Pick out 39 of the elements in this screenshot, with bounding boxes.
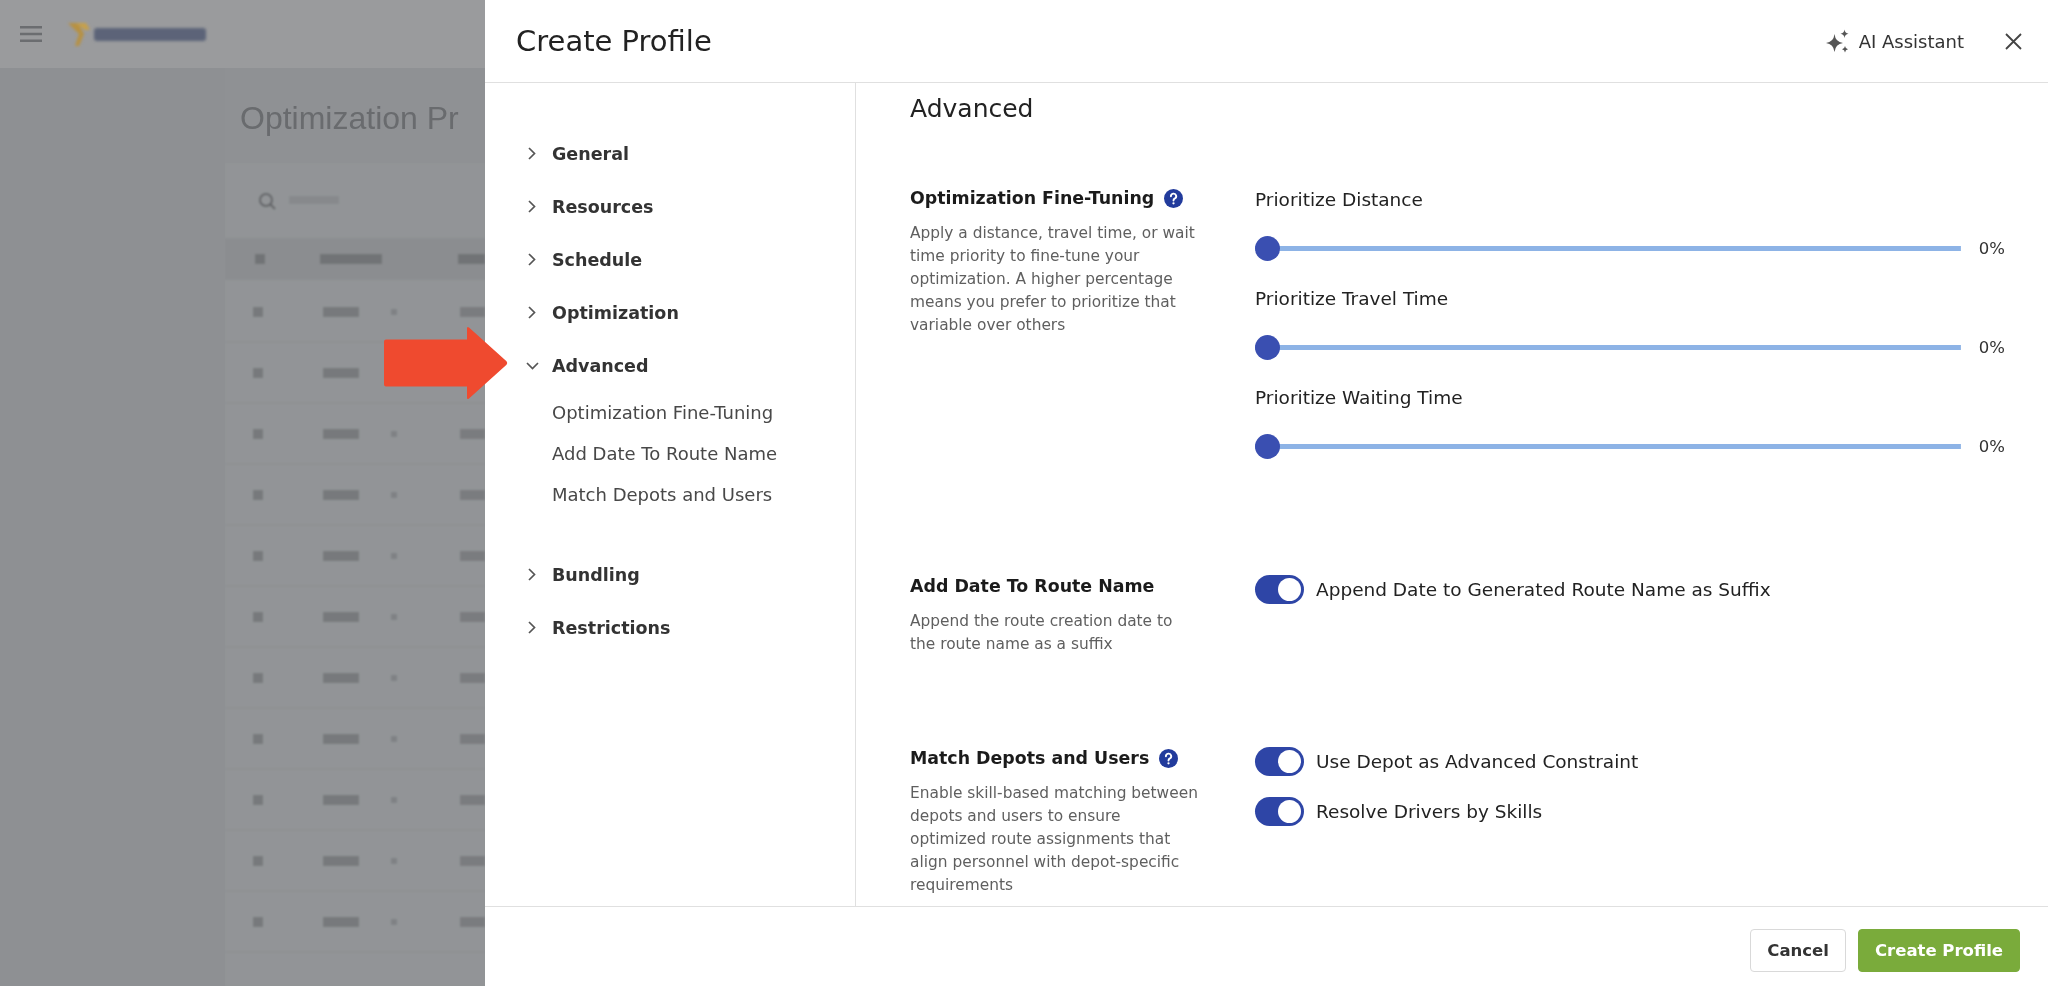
toggle-label: Use Depot as Advanced Constraint <box>1316 751 1639 772</box>
nav-item[interactable]: General <box>525 143 629 164</box>
nav-item[interactable]: Bundling <box>525 564 640 585</box>
section-title: Add Date To Route Name <box>910 576 1155 596</box>
toggle-switch[interactable] <box>1255 747 1304 776</box>
section-description: Enable skill-based matching between depots and users to ensure optimized route assignments that align personnel with depot-specific requirements <box>910 783 1199 896</box>
nav-subitem[interactable]: Match Depots and Users <box>552 484 773 505</box>
ai-assistant-button[interactable]: AI Assistant <box>1824 28 1964 54</box>
section-title: Optimization Fine-Tuning <box>910 188 1155 208</box>
nav-item[interactable]: Optimization <box>525 302 679 323</box>
slider-label: Prioritize Distance <box>1255 188 1424 212</box>
nav-item[interactable]: Schedule <box>525 249 643 270</box>
toggle-label: Append Date to Generated Route Name as Suffix <box>1316 579 1771 600</box>
nav-item[interactable]: Advanced <box>525 355 649 376</box>
toggle-switch[interactable] <box>1255 797 1304 826</box>
slider-thumb[interactable] <box>1255 434 1280 459</box>
cancel-button[interactable]: Cancel <box>1750 929 1846 972</box>
close-button[interactable] <box>2005 32 2022 50</box>
nav-subitem[interactable]: Optimization Fine-Tuning <box>552 402 774 423</box>
section-description: Apply a distance, travel time, or wait time priority to fine-tune your optimization. A higher percentage means you prefer to prioritize that variable over others <box>910 223 1196 336</box>
slider-value: 0% <box>1978 437 2005 456</box>
nav-subitem[interactable]: Add Date To Route Name <box>552 443 778 464</box>
slider-thumb[interactable] <box>1255 236 1280 261</box>
slider-label: Prioritize Travel Time <box>1255 287 1450 311</box>
slider-label: Prioritize Waiting Time <box>1255 386 1464 410</box>
help-icon[interactable] <box>1164 188 1184 208</box>
drawer-title: Create Profile <box>516 24 713 58</box>
nav-item[interactable]: Restrictions <box>525 617 671 638</box>
close-icon <box>2005 32 2022 50</box>
nav-item[interactable]: Resources <box>525 196 654 217</box>
toggle-label: Resolve Drivers by Skills <box>1316 801 1543 822</box>
slider-thumb[interactable] <box>1255 335 1280 360</box>
slider-value: 0% <box>1978 239 2005 258</box>
help-icon[interactable] <box>1159 748 1179 768</box>
section-description: Append the route creation date to the route name as a suffix <box>910 611 1174 655</box>
section-title: Match Depots and Users <box>910 748 1150 768</box>
section-heading: Advanced <box>910 93 1035 125</box>
slider-value: 0% <box>1978 338 2005 357</box>
toggle-switch[interactable] <box>1255 575 1304 604</box>
